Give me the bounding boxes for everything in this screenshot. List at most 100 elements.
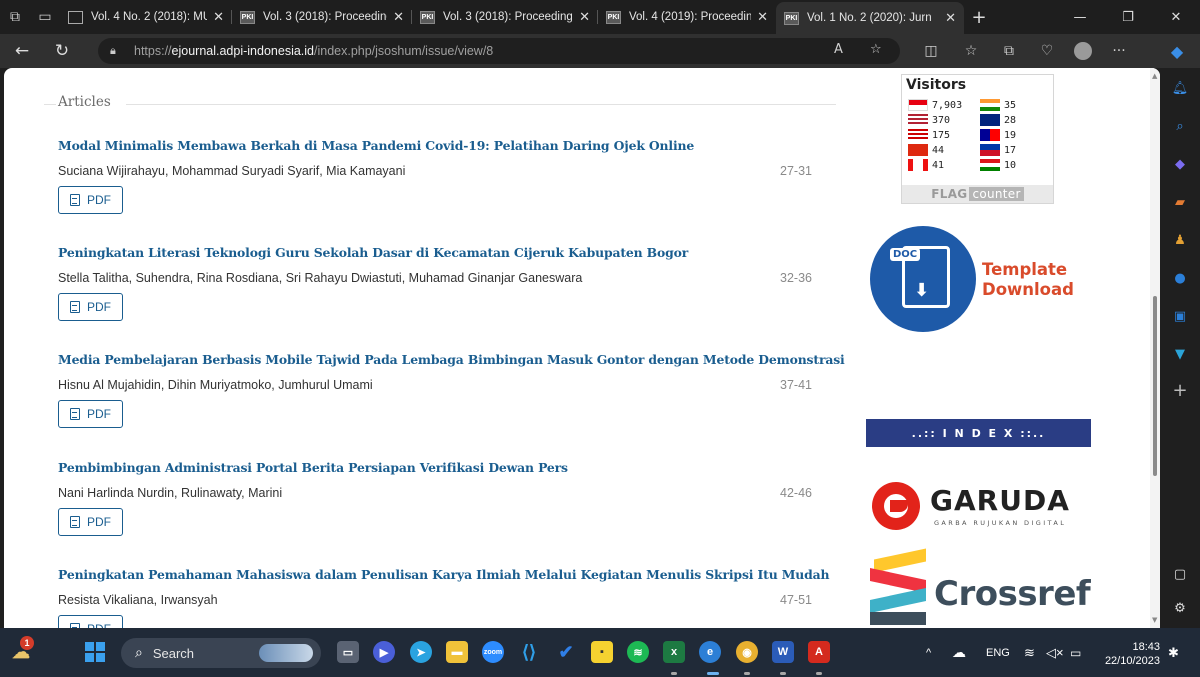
system-clock[interactable]: 18:43 22/10/2023	[1105, 640, 1160, 668]
todo-icon[interactable]: ✔	[555, 641, 577, 663]
browser-essentials-icon[interactable]: ♡	[1032, 34, 1062, 68]
drop-icon[interactable]: ▼	[1170, 344, 1190, 364]
vscode-icon[interactable]: ⟨⟩	[518, 641, 540, 663]
clock-date: 22/10/2023	[1104, 655, 1160, 667]
template-download-link[interactable]: ⬇ DOC Template Download	[868, 226, 1088, 336]
close-tab-icon[interactable]: ✕	[213, 9, 224, 25]
file-explorer-icon[interactable]: ▬	[446, 641, 468, 663]
article-title-link[interactable]: Pembimbingan Administrasi Portal Berita …	[58, 460, 818, 475]
scroll-up-icon[interactable]: ▲	[1152, 72, 1157, 80]
notification-center-icon[interactable]: ✱	[1168, 628, 1179, 677]
copilot-app-icon[interactable]: ●	[1170, 268, 1190, 288]
pki-icon: PKI	[420, 10, 435, 24]
article-title-link[interactable]: Peningkatan Literasi Teknologi Guru Seko…	[58, 245, 818, 260]
volume-muted-icon[interactable]: ◁×	[1046, 628, 1064, 677]
notification-bell-icon[interactable]: 🔔︎	[1170, 78, 1190, 98]
article-pages: 27-31	[780, 164, 812, 178]
visitor-row: 7,903	[908, 99, 962, 111]
restore-icon[interactable]: ❐	[1104, 0, 1152, 34]
zoom-icon[interactable]: zoom	[482, 641, 504, 663]
crossref-logo-icon	[874, 548, 926, 573]
article-title-link[interactable]: Modal Minimalis Membawa Berkah di Masa P…	[58, 138, 818, 153]
spotify-icon[interactable]: ≋	[627, 641, 649, 663]
task-view-icon[interactable]: ▭	[337, 641, 359, 663]
article-pages: 42-46	[780, 486, 812, 500]
new-tab-icon[interactable]: +	[964, 7, 994, 28]
article-title-link[interactable]: Peningkatan Pemahaman Mahasiswa dalam Pe…	[58, 567, 830, 582]
visitor-flag-counter[interactable]: Visitors 7,903 370 175 44 41 35 28 19 17…	[901, 74, 1054, 204]
garuda-name: GARUDA	[930, 484, 1070, 517]
settings-gear-icon[interactable]: ⚙	[1170, 598, 1190, 618]
close-tab-icon[interactable]: ✕	[393, 9, 404, 25]
minimize-icon[interactable]: —	[1056, 0, 1104, 34]
split-screen-icon[interactable]: ◫	[916, 34, 946, 68]
wifi-icon[interactable]: ≋	[1024, 628, 1035, 677]
meet-icon[interactable]: ▶	[373, 641, 395, 663]
tab-4[interactable]: PKI Vol. 4 (2019): Proceeding ✕	[598, 3, 776, 31]
close-window-icon[interactable]: ✕	[1152, 0, 1200, 34]
edge-sidebar: 🔔︎ ⌕ ◆ ▰ ♟ ● ▣ ▼ + ▢ ⚙	[1160, 68, 1200, 628]
acrobat-icon[interactable]: A	[808, 641, 830, 663]
url-field[interactable]: 🔒︎ https://ejournal.adpi-indonesia.id/in…	[98, 38, 900, 64]
add-sidebar-app-icon[interactable]: +	[1170, 380, 1190, 401]
philippines-flag-icon	[980, 144, 1000, 156]
garuda-logo-link[interactable]: GARUDA GARBA RUJUKAN DIGITAL	[872, 480, 1092, 532]
tools-icon[interactable]: ▰	[1170, 192, 1190, 212]
workspaces-icon[interactable]: ⧉	[0, 0, 30, 34]
tray-overflow-icon[interactable]: ^	[926, 628, 931, 677]
tab-1[interactable]: Vol. 4 No. 2 (2018): MUL ✕	[60, 3, 232, 31]
sidebar-layout-icon[interactable]: ▢	[1170, 564, 1190, 584]
windows-start-icon[interactable]	[84, 641, 106, 663]
games-icon[interactable]: ♟	[1170, 230, 1190, 250]
word-icon[interactable]: W	[772, 641, 794, 663]
collections-icon[interactable]: ⧉	[994, 34, 1024, 68]
chrome-icon[interactable]: ◉	[736, 641, 758, 663]
pdf-button[interactable]: PDF	[58, 615, 123, 628]
article-authors: Resista Vikaliana, Irwansyah	[58, 593, 218, 607]
tab-2[interactable]: PKI Vol. 3 (2018): Proceeding ✕	[232, 3, 412, 31]
edge-browser-icon[interactable]: e	[699, 641, 721, 663]
scroll-down-icon[interactable]: ▼	[1152, 616, 1157, 624]
back-icon[interactable]: ←	[2, 34, 42, 68]
close-tab-icon[interactable]: ✕	[579, 9, 590, 25]
pdf-button[interactable]: PDF	[58, 186, 123, 214]
scrollbar-thumb[interactable]	[1153, 296, 1157, 476]
refresh-icon[interactable]: ↻	[42, 34, 82, 68]
article-item: Peningkatan Literasi Teknologi Guru Seko…	[58, 245, 818, 321]
close-tab-icon[interactable]: ✕	[757, 9, 768, 25]
page-scrollbar[interactable]: ▲ ▼	[1150, 68, 1160, 628]
sticky-notes-icon[interactable]: ▪	[591, 641, 613, 663]
search-icon[interactable]: ⌕	[1170, 116, 1190, 136]
battery-icon[interactable]: ▭	[1070, 628, 1081, 677]
avatar	[1074, 42, 1092, 60]
outlook-icon[interactable]: ▣	[1170, 306, 1190, 326]
copilot-icon[interactable]: ◆	[1162, 34, 1192, 68]
read-aloud-icon[interactable]: A	[834, 42, 843, 57]
pdf-button[interactable]: PDF	[58, 508, 123, 536]
taskbar-search-box[interactable]: ⌕ Search	[121, 638, 321, 668]
visitor-row: 10	[980, 159, 1016, 171]
favorite-star-icon[interactable]: ☆	[870, 42, 882, 57]
url-text: https://ejournal.adpi-indonesia.id/index…	[134, 44, 494, 58]
shopping-tag-icon[interactable]: ◆	[1170, 154, 1190, 174]
tab-actions-icon[interactable]: ▭	[30, 0, 60, 34]
clock-time: 18:43	[1132, 641, 1160, 653]
language-indicator[interactable]: ENG	[986, 628, 1010, 677]
tab-title: Vol. 1 No. 2 (2020): Jurn	[807, 12, 932, 24]
excel-icon[interactable]: x	[663, 641, 685, 663]
tab-3[interactable]: PKI Vol. 3 (2018): Proceeding ✕	[412, 3, 598, 31]
close-tab-icon[interactable]: ✕	[945, 10, 956, 26]
pdf-file-icon	[70, 194, 80, 206]
pdf-button[interactable]: PDF	[58, 293, 123, 321]
pdf-button[interactable]: PDF	[58, 400, 123, 428]
section-heading: Articles	[58, 94, 111, 110]
article-title-link[interactable]: Media Pembelajaran Berbasis Mobile Tajwi…	[58, 352, 845, 367]
profile-icon[interactable]	[1068, 34, 1098, 68]
crossref-logo-link[interactable]: Crossref	[866, 548, 1096, 625]
tab-5-active[interactable]: PKI Vol. 1 No. 2 (2020): Jurn ✕	[776, 2, 964, 34]
article-pages: 47-51	[780, 593, 812, 607]
onedrive-cloud-icon[interactable]: ☁	[952, 628, 966, 677]
telegram-icon[interactable]: ➤	[410, 641, 432, 663]
more-options-icon[interactable]: ···	[1104, 34, 1134, 68]
favorites-icon[interactable]: ☆	[956, 34, 986, 68]
